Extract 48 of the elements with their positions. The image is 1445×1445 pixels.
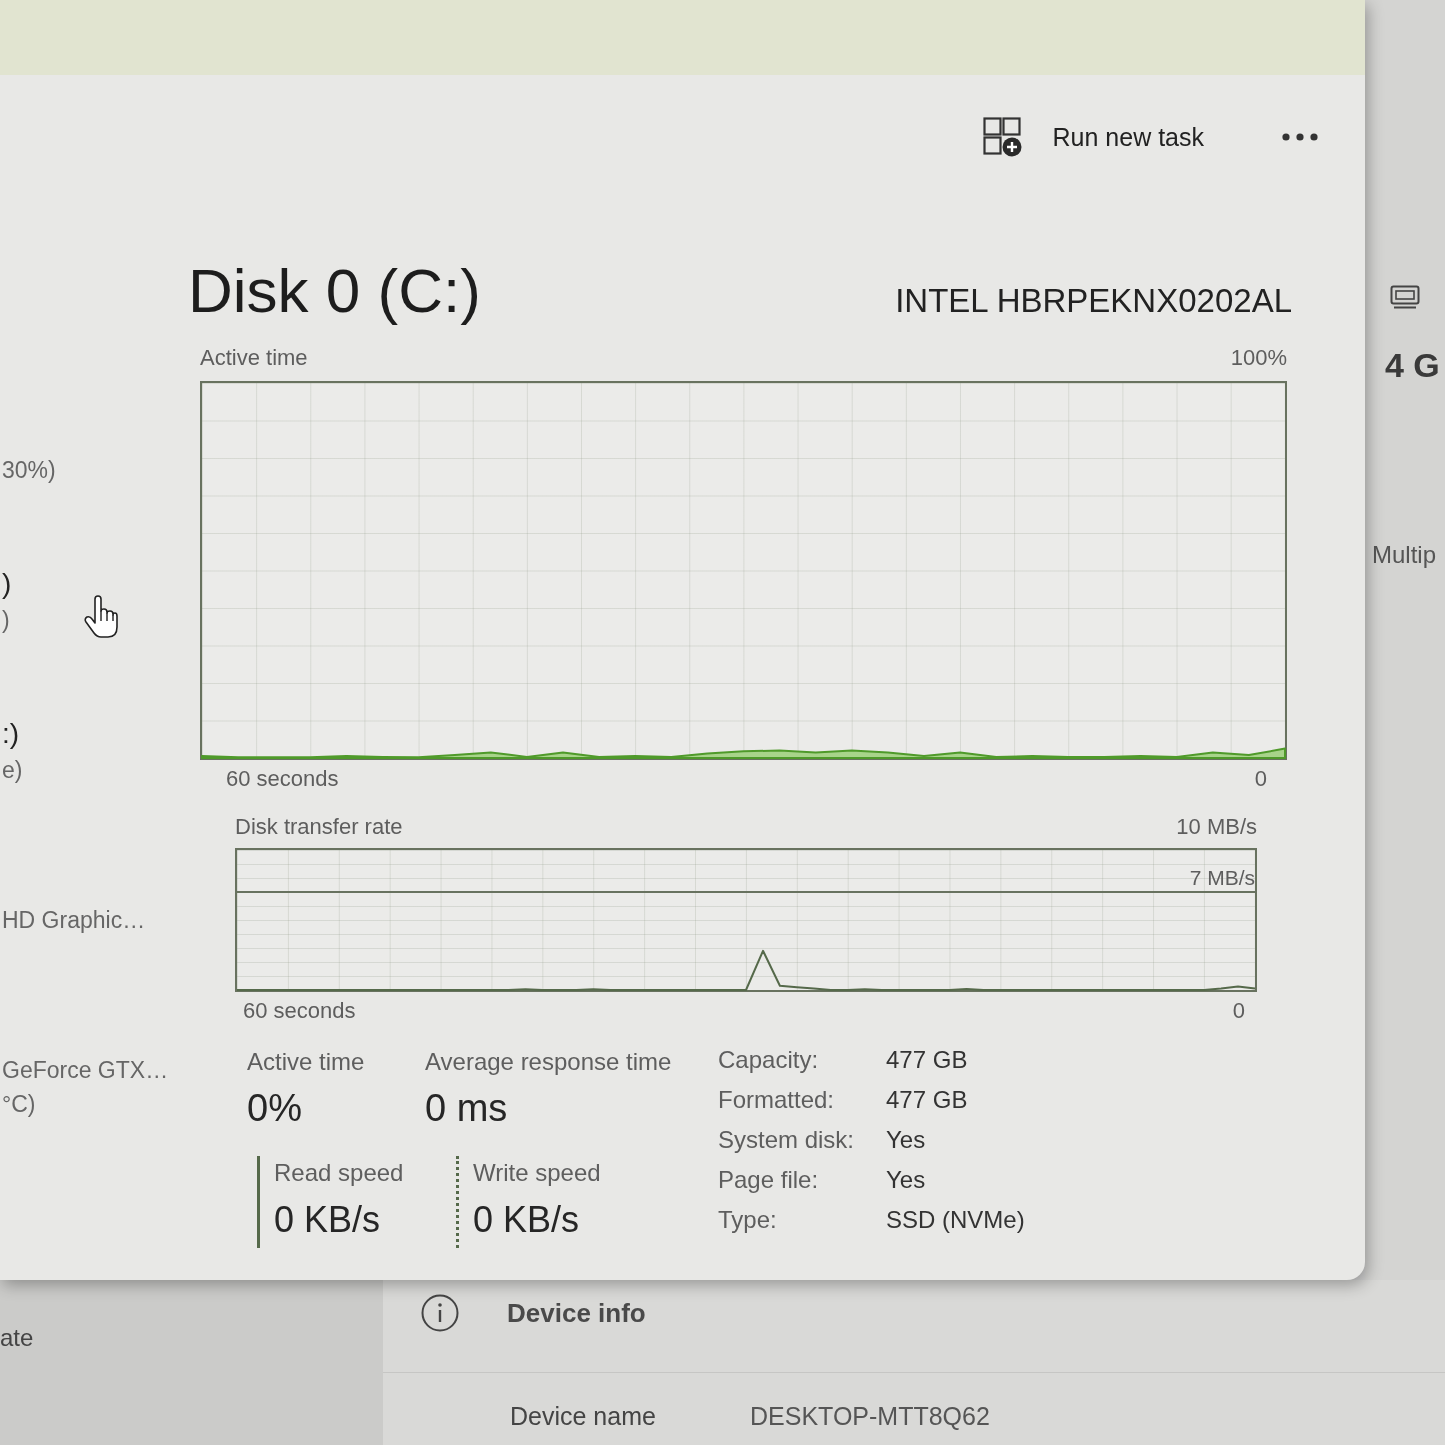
speed-value: 0 KB/s [274, 1198, 381, 1242]
property-value: SSD (NVMe) [886, 1206, 1025, 1234]
spec-value: 4 G [1385, 345, 1440, 385]
info-icon [421, 1294, 459, 1332]
stat-label: Active time [247, 1048, 365, 1076]
time-span-label: 60 seconds [226, 766, 339, 792]
scale-max-label: 100% [1230, 345, 1287, 371]
property-value: 477 GB [886, 1086, 968, 1114]
spec-caption: Multip [1372, 540, 1437, 570]
sidebar-item[interactable]: :) e) [2, 715, 23, 787]
hand-cursor-icon [84, 595, 118, 639]
stat-label: Average response time [425, 1048, 672, 1076]
section-title: Device info [507, 1297, 646, 1329]
speed-value: 0 KB/s [473, 1198, 580, 1242]
time-span-label: 60 seconds [243, 998, 356, 1024]
property-value: 477 GB [886, 1046, 968, 1074]
dotted-line-icon [456, 1156, 459, 1248]
sidebar-item[interactable]: GeForce GTX… °C) [2, 1053, 169, 1121]
stat-value: 0% [247, 1086, 302, 1131]
sidebar-item[interactable]: ) ) [2, 565, 12, 637]
graph-title: Disk transfer rate [235, 814, 403, 840]
property-value: Yes [886, 1166, 926, 1194]
sidebar-item[interactable]: 30%) [2, 453, 56, 487]
speed-label: Write speed [473, 1158, 601, 1188]
nav-item[interactable]: ate [0, 1324, 34, 1352]
solid-line-icon [257, 1156, 260, 1248]
field-label: Device name [510, 1401, 657, 1431]
graph-title: Active time [200, 345, 308, 371]
run-new-task-button[interactable]: Run new task [972, 111, 1214, 163]
property-value: Yes [886, 1126, 926, 1154]
monitor-icon [1390, 285, 1420, 309]
property-label: Formatted: [718, 1086, 835, 1114]
scale-line-label: 7 MB/s [1189, 866, 1255, 890]
grid-plus-icon [982, 117, 1023, 157]
stat-value: 0 ms [425, 1086, 508, 1131]
scale-max-label: 10 MB/s [1176, 814, 1257, 840]
time-end-label: 0 [1254, 766, 1267, 792]
property-label: Capacity: [718, 1046, 819, 1074]
disk-model-name: INTEL HBRPEKNX0202AL [895, 282, 1292, 320]
property-label: Page file: [718, 1166, 819, 1194]
disk-title: Disk 0 (C:) [188, 255, 481, 327]
field-value: DESKTOP-MTT8Q62 [750, 1401, 990, 1431]
speed-label: Read speed [274, 1158, 404, 1188]
time-end-label: 0 [1232, 998, 1245, 1024]
property-label: Type: [718, 1206, 777, 1234]
more-icon [1282, 133, 1318, 141]
sidebar-item[interactable]: HD Graphic… [2, 903, 146, 937]
property-label: System disk: [718, 1126, 855, 1154]
